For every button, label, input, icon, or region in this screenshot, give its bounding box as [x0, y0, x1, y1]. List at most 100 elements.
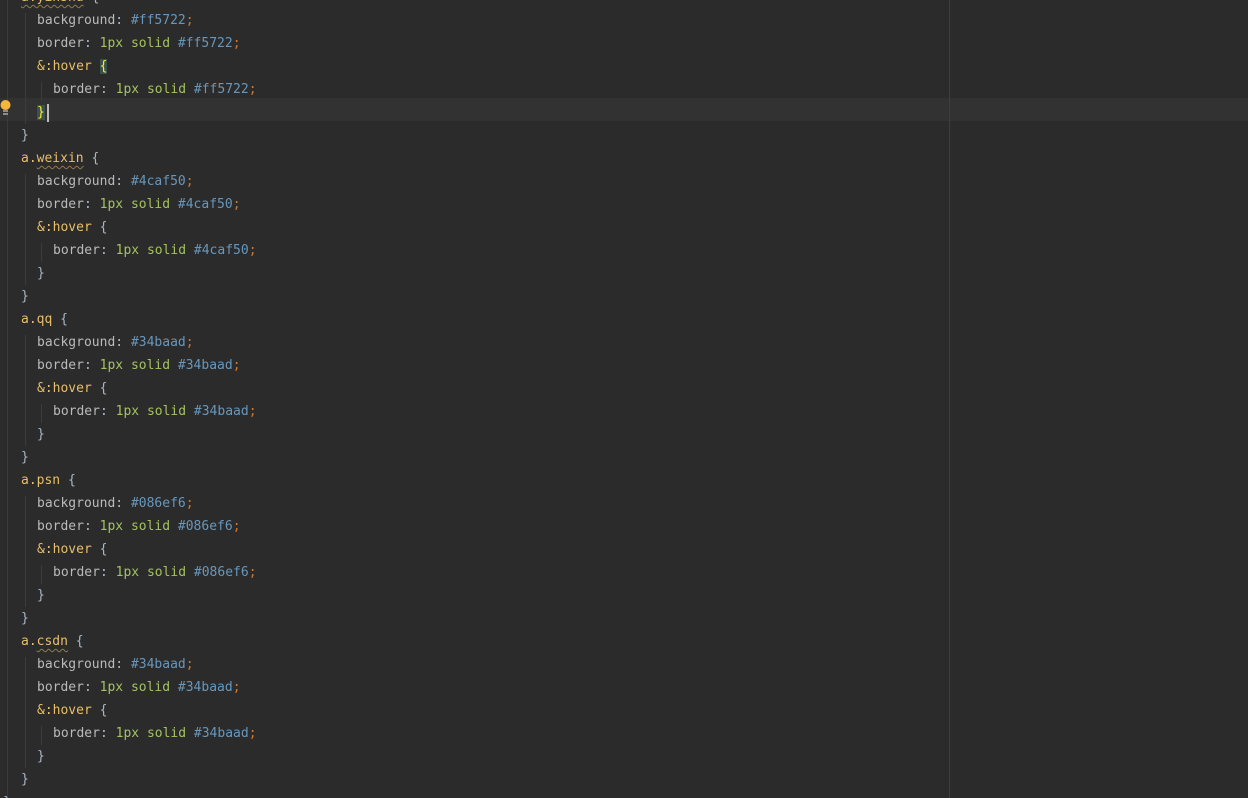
- code-line[interactable]: background: #4caf50;: [37, 170, 194, 193]
- code-token: }: [37, 427, 45, 442]
- indent-guide-line: [25, 335, 26, 446]
- code-line[interactable]: border: 1px solid #34baad;: [37, 354, 241, 377]
- code-line[interactable]: border: 1px solid #086ef6;: [37, 515, 241, 538]
- code-token: &:hover: [37, 381, 92, 396]
- code-line[interactable]: background: #34baad;: [37, 653, 194, 676]
- code-line[interactable]: }: [21, 285, 29, 308]
- code-token: solid: [146, 726, 187, 741]
- code-token: 1px: [99, 680, 124, 695]
- code-line[interactable]: }: [37, 262, 45, 285]
- code-line[interactable]: &:hover {: [37, 377, 107, 400]
- code-line[interactable]: &:hover {: [37, 538, 107, 561]
- code-token: solid: [146, 404, 187, 419]
- code-token: solid: [130, 519, 171, 534]
- lightbulb-icon[interactable]: [0, 99, 11, 117]
- code-line[interactable]: }: [37, 745, 45, 768]
- code-line[interactable]: background: #086ef6;: [37, 492, 194, 515]
- code-token: ;: [185, 335, 194, 350]
- code-line[interactable]: }: [37, 584, 45, 607]
- code-line[interactable]: background: #34baad;: [37, 331, 194, 354]
- code-line[interactable]: &:hover {: [37, 55, 108, 78]
- code-line[interactable]: }: [21, 768, 29, 791]
- code-token: #086ef6: [130, 496, 186, 511]
- code-line[interactable]: &:hover {: [37, 699, 107, 722]
- code-line[interactable]: a.yinshu {: [21, 0, 99, 9]
- code-line[interactable]: }: [21, 607, 29, 630]
- code-token: background: [37, 174, 116, 189]
- code-line[interactable]: a.qq {: [21, 308, 68, 331]
- code-token: 1px: [115, 565, 140, 580]
- code-token: {: [52, 312, 68, 327]
- code-token: ;: [232, 197, 241, 212]
- code-token: solid: [130, 36, 171, 51]
- code-token: solid: [130, 197, 171, 212]
- code-line[interactable]: a.psn {: [21, 469, 76, 492]
- code-line[interactable]: background: #ff5722;: [37, 9, 194, 32]
- code-line[interactable]: border: 1px solid #34baad;: [53, 400, 257, 423]
- code-token: :: [83, 519, 100, 534]
- code-line[interactable]: border: 1px solid #4caf50;: [37, 193, 241, 216]
- code-line[interactable]: &:hover {: [37, 216, 107, 239]
- code-token: ;: [185, 496, 194, 511]
- code-token: #34baad: [193, 726, 249, 741]
- code-line[interactable]: border: 1px solid #4caf50;: [53, 239, 257, 262]
- code-token: border: [37, 197, 84, 212]
- code-token: #086ef6: [193, 565, 249, 580]
- code-token: #086ef6: [177, 519, 233, 534]
- code-line[interactable]: border: 1px solid #34baad;: [53, 722, 257, 745]
- indent-guide-line: [25, 13, 26, 124]
- code-line[interactable]: border: 1px solid #ff5722;: [37, 32, 241, 55]
- code-token: background: [37, 13, 116, 28]
- code-token: &:hover: [37, 703, 92, 718]
- code-token: a.qq: [21, 312, 53, 327]
- code-token: csdn: [36, 634, 68, 649]
- indent-guide-line: [41, 243, 42, 262]
- code-token: a.: [21, 634, 37, 649]
- code-token: #ff5722: [177, 36, 233, 51]
- code-token: #ff5722: [193, 82, 249, 97]
- code-line[interactable]: border: 1px solid #086ef6;: [53, 561, 257, 584]
- code-token: {: [84, 0, 99, 5]
- code-line[interactable]: a.weixin {: [21, 147, 99, 170]
- code-token: border: [53, 82, 100, 97]
- indent-guide-line: [41, 404, 42, 423]
- code-token: }: [37, 749, 45, 764]
- code-token: weixin: [36, 151, 84, 166]
- code-token: #34baad: [177, 680, 233, 695]
- code-line[interactable]: }: [21, 446, 29, 469]
- code-line[interactable]: border: 1px solid #34baad;: [37, 676, 241, 699]
- code-token: :: [115, 657, 131, 672]
- code-editor[interactable]: a.yinshu {background: #ff5722;border: 1p…: [0, 0, 1248, 798]
- gutter-edge: [7, 0, 8, 798]
- code-token: :: [115, 496, 131, 511]
- code-token: }: [37, 588, 45, 603]
- code-token: &:hover: [37, 542, 92, 557]
- code-token: #34baad: [193, 404, 249, 419]
- code-line[interactable]: }: [3, 791, 11, 798]
- code-token: solid: [146, 565, 187, 580]
- code-line[interactable]: }: [21, 124, 29, 147]
- code-line[interactable]: }: [37, 101, 49, 124]
- code-token: ;: [232, 358, 241, 373]
- code-token: 1px: [115, 726, 140, 741]
- code-token: border: [53, 726, 100, 741]
- code-token: ;: [248, 82, 257, 97]
- code-line[interactable]: a.csdn {: [21, 630, 84, 653]
- code-line[interactable]: }: [37, 423, 45, 446]
- code-token: &:hover: [37, 59, 92, 74]
- code-token: ;: [248, 243, 257, 258]
- code-token: background: [37, 496, 116, 511]
- code-token: {: [99, 59, 108, 74]
- code-line[interactable]: border: 1px solid #ff5722;: [53, 78, 257, 101]
- code-token: solid: [130, 358, 171, 373]
- code-token: border: [37, 358, 84, 373]
- code-token: border: [37, 680, 84, 695]
- code-token: :: [83, 680, 100, 695]
